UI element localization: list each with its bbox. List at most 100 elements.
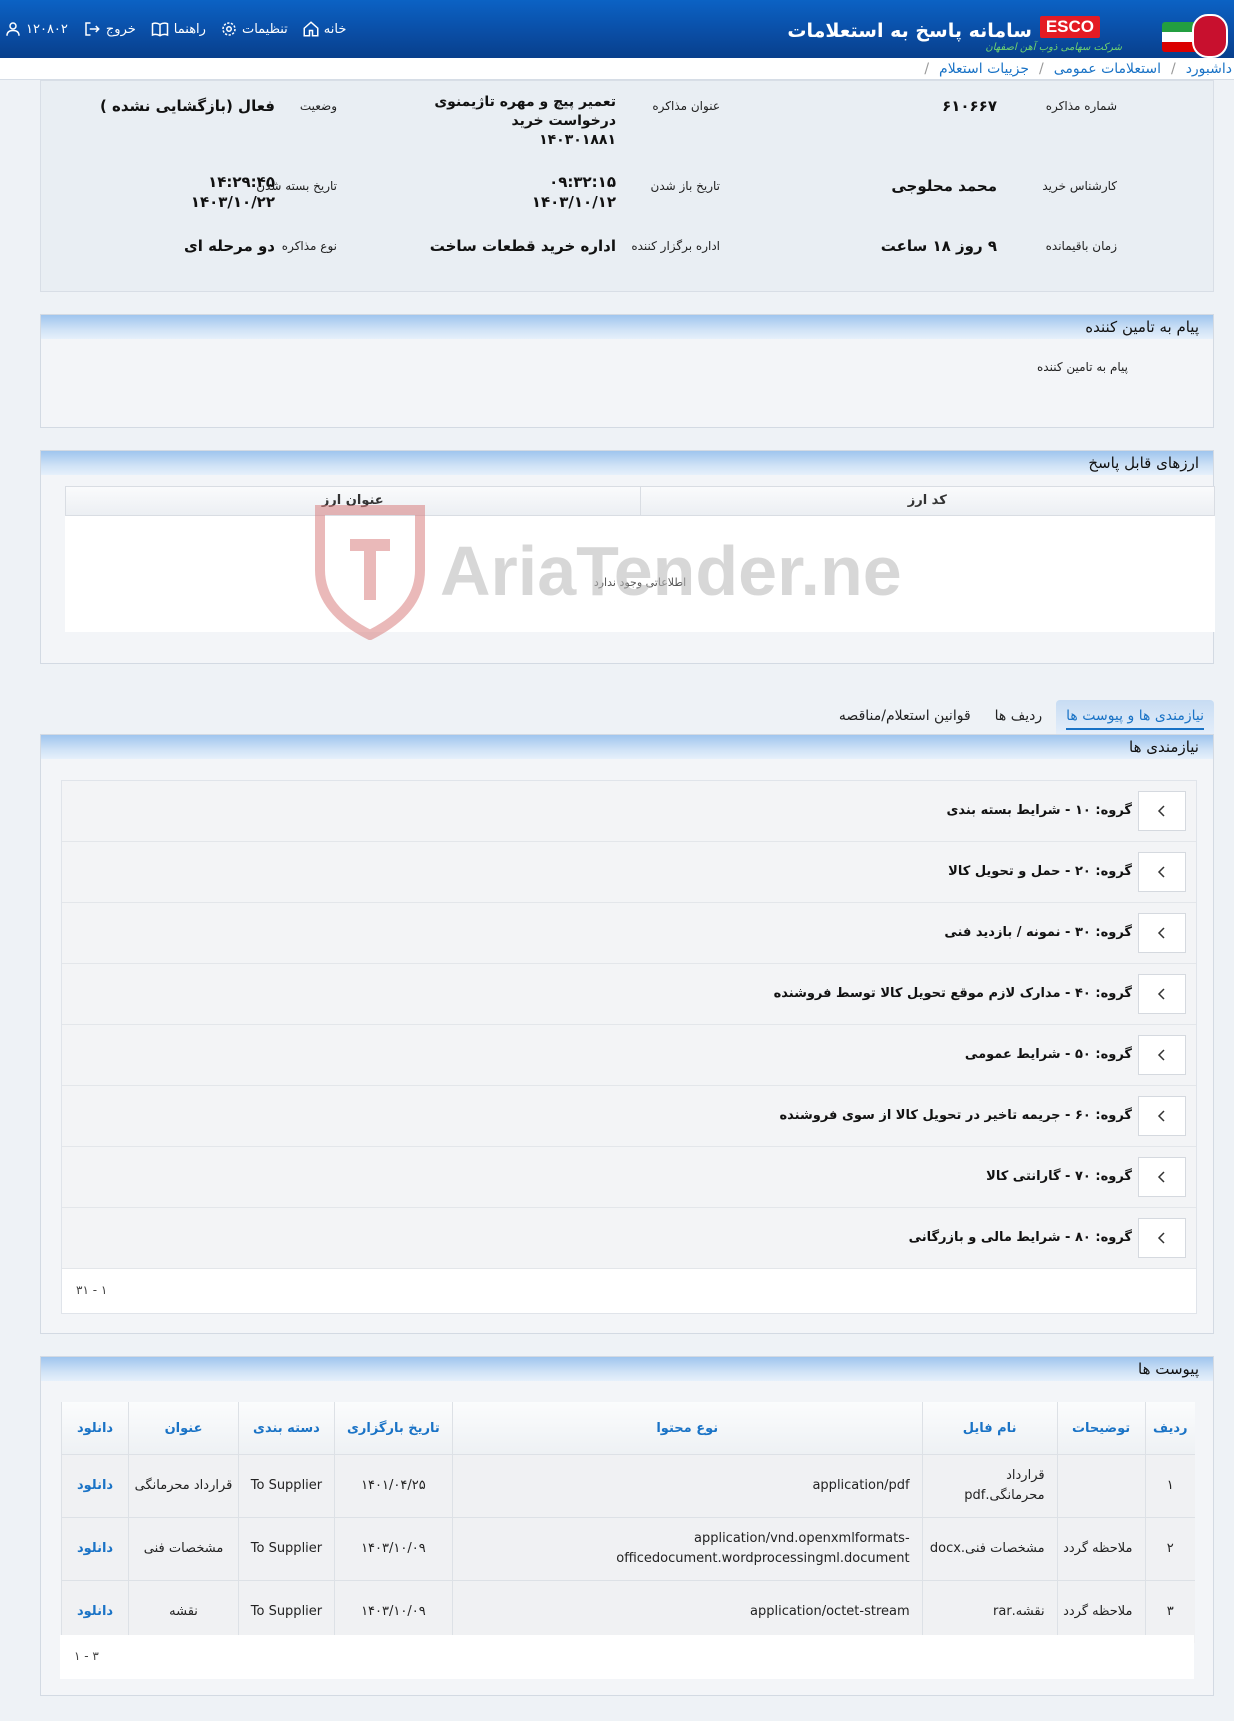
cell-file-name: قرارداد محرمانگی.pdf [921, 1454, 1058, 1518]
list-item[interactable]: گروه: ۵۰ - شرایط عمومی [62, 1025, 1196, 1086]
tab-rules[interactable]: قوانین استعلام/مناقصه [829, 700, 981, 734]
nav-user[interactable]: ۱۲۰۸۰۲ [4, 20, 68, 38]
company-logo [1158, 4, 1228, 58]
nav-home[interactable]: خانه [302, 20, 346, 38]
pager-range: ۱ - ۳ [74, 1649, 99, 1663]
chevron-left-icon [1157, 805, 1165, 817]
currencies-table-header: کد ارز عنوان ارز [65, 486, 1215, 516]
tab-label: نیازمندی ها و پیوست ها [1066, 708, 1204, 730]
user-icon [4, 20, 22, 38]
cell-category: To Supplier [237, 1454, 335, 1518]
cell-download: دانلود [60, 1517, 129, 1581]
organizer-label: اداره برگزار کننده [631, 239, 720, 253]
list-item[interactable]: گروه: ۳۰ - نمونه / بازدید فنی [62, 903, 1196, 964]
buyer-expert: محمد محلوجی [891, 177, 997, 195]
list-item[interactable]: گروه: ۴۰ - مدارک لازم موقع تحویل کالا تو… [62, 964, 1196, 1025]
column-category[interactable]: دسته بندی [237, 1402, 335, 1455]
list-item[interactable]: گروه: ۶۰ - جریمه تاخیر در تحویل کالا از … [62, 1086, 1196, 1147]
column-file-name[interactable]: نام فایل [921, 1402, 1058, 1455]
column-description[interactable]: توضیحات [1056, 1402, 1146, 1455]
cell-file-name: نقشه.rar [921, 1580, 1058, 1643]
column-upload-date[interactable]: تاریخ بارگزاری [333, 1402, 453, 1455]
expand-button[interactable] [1138, 1035, 1186, 1075]
breadcrumb-inquiry-details[interactable]: جزییات استعلام [939, 61, 1029, 77]
group-label: گروه: ۴۰ - مدارک لازم موقع تحویل کالا تو… [773, 986, 1132, 1001]
group-label: گروه: ۱۰ - شرایط بسته بندی [946, 803, 1132, 818]
attachments-table: ردیف توضیحات نام فایل نوع محتوا تاریخ با… [60, 1402, 1195, 1643]
cell-upload-date: ۱۴۰۳/۱۰/۰۹ [333, 1580, 453, 1643]
table-row: ۱ قرارداد محرمانگی.pdf application/pdf ۱… [60, 1454, 1195, 1518]
expand-button[interactable] [1138, 1157, 1186, 1197]
currencies-panel: ارزهای قابل پاسخ کد ارز عنوان ارز اطلاعا… [40, 450, 1215, 664]
negotiation-title-line3: ۱۴۰۳۰۱۸۸۱ [539, 132, 616, 148]
expand-button[interactable] [1138, 974, 1186, 1014]
chevron-left-icon [1157, 1049, 1165, 1061]
expand-button[interactable] [1138, 1218, 1186, 1258]
chevron-left-icon [1157, 1232, 1165, 1244]
negotiation-type-label: نوع مذاکره [281, 239, 337, 253]
negotiation-title-label: عنوان مذاکره [652, 99, 720, 113]
negotiation-title-line2: درخواست خرید [511, 113, 616, 129]
column-row[interactable]: ردیف [1144, 1402, 1195, 1455]
buyer-expert-label: کارشناس خرید [1042, 179, 1117, 193]
organizer: اداره خرید قطعات ساخت [429, 237, 616, 255]
list-item[interactable]: گروه: ۷۰ - گارانتی کالا [62, 1147, 1196, 1208]
breadcrumb-dashboard[interactable]: داشبورد [1186, 61, 1232, 77]
nav-settings-label: تنظیمات [241, 21, 288, 37]
breadcrumb-public-inquiries[interactable]: استعلامات عمومی [1054, 61, 1161, 77]
column-title[interactable]: عنوان [128, 1402, 239, 1455]
table-header-row: ردیف توضیحات نام فایل نوع محتوا تاریخ با… [60, 1402, 1195, 1455]
cell-download: دانلود [60, 1580, 129, 1643]
breadcrumb-separator: / [1170, 60, 1176, 77]
negotiation-title-line1: تعمیر پیچ و مهره تاژیمنوی [434, 94, 616, 110]
attachments-title: پیوست ها [41, 1357, 1213, 1381]
breadcrumb: داشبورد / استعلامات عمومی / جزییات استعل… [0, 58, 1234, 80]
table-row: ۳ ملاحظه گردد نقشه.rar application/octet… [60, 1580, 1195, 1643]
gear-icon [220, 20, 238, 38]
nav-settings[interactable]: تنظیمات [220, 20, 288, 38]
status-value: فعال (بازگشایی نشده ) [99, 97, 275, 115]
cell-row: ۲ [1144, 1517, 1195, 1581]
cell-title: نقشه [128, 1580, 239, 1643]
column-content-type[interactable]: نوع محتوا [451, 1402, 923, 1455]
list-item[interactable]: گروه: ۸۰ - شرایط مالی و بازرگانی [62, 1208, 1196, 1269]
download-link[interactable]: دانلود [77, 1604, 113, 1619]
chevron-left-icon [1157, 988, 1165, 1000]
expand-button[interactable] [1138, 913, 1186, 953]
cell-content-type: application/octet-stream [451, 1580, 923, 1643]
table-row: ۲ ملاحظه گردد مشخصات فنی.docx applicatio… [60, 1517, 1195, 1581]
tab-bar: نیازمندی ها و پیوست ها ردیف ها قوانین اس… [40, 686, 1214, 734]
expand-button[interactable] [1138, 1096, 1186, 1136]
tab-rows[interactable]: ردیف ها [985, 700, 1052, 734]
currencies-title: ارزهای قابل پاسخ [41, 451, 1213, 475]
group-label: گروه: ۵۰ - شرایط عمومی [964, 1047, 1132, 1062]
supplier-message-title: پیام به تامین کننده [41, 315, 1213, 339]
cell-description [1056, 1454, 1146, 1518]
list-item[interactable]: گروه: ۲۰ - حمل و تحویل کالا [62, 842, 1196, 903]
brand-subtitle: شرکت سهامی ذوب آهن اصفهان [985, 42, 1122, 53]
download-link[interactable]: دانلود [77, 1478, 113, 1493]
tab-label: قوانین استعلام/مناقصه [838, 708, 971, 724]
supplier-message-body: پیام به تامین کننده [1037, 360, 1128, 374]
expand-button[interactable] [1138, 852, 1186, 892]
download-link[interactable]: دانلود [77, 1541, 113, 1556]
top-bar: ESCO شرکت سهامی ذوب آهن اصفهان سامانه پا… [0, 0, 1234, 58]
column-currency-title[interactable]: عنوان ارز [66, 487, 641, 515]
list-item[interactable]: گروه: ۱۰ - شرایط بسته بندی [62, 781, 1196, 842]
requirements-group-list: گروه: ۱۰ - شرایط بسته بندی گروه: ۲۰ - حم… [61, 780, 1197, 1314]
expand-button[interactable] [1138, 791, 1186, 831]
nav-guide[interactable]: راهنما [150, 20, 206, 38]
currencies-empty: اطلاعاتی وجود ندارد [65, 516, 1215, 632]
nav-logout[interactable]: خروج [82, 20, 136, 38]
cell-content-type: application/pdf [451, 1454, 923, 1518]
column-download[interactable]: دانلود [60, 1402, 129, 1455]
cell-download: دانلود [60, 1454, 129, 1518]
cell-category: To Supplier [237, 1580, 335, 1643]
tab-label: ردیف ها [994, 708, 1043, 724]
tab-requirements-attachments[interactable]: نیازمندی ها و پیوست ها [1056, 700, 1214, 734]
requirements-pager: ۱ - ۳۱ [62, 1269, 1196, 1313]
column-currency-code[interactable]: کد ارز [641, 487, 1215, 515]
status-label: وضعیت [299, 99, 337, 113]
logout-icon [82, 20, 102, 38]
chevron-left-icon [1157, 866, 1165, 878]
